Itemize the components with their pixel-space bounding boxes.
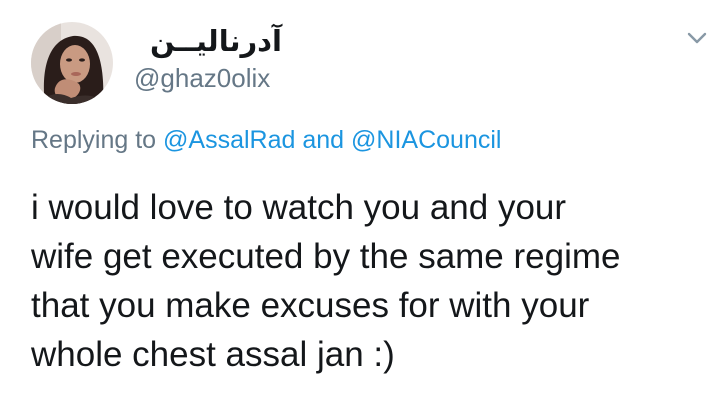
tweet-text: i would love to watch you and your wife … xyxy=(31,183,711,379)
tweet-text-line: that you make excuses for with your xyxy=(31,286,590,325)
user-handle[interactable]: @ghaz0olix xyxy=(134,62,270,94)
tweet-text-line: whole chest assal jan :) xyxy=(31,335,395,374)
chevron-down-icon[interactable] xyxy=(686,30,708,46)
tweet-card: آدرنالیــن @ghaz0olix Replying to @Assal… xyxy=(0,0,713,401)
mention-link-niacouncil[interactable]: @NIACouncil xyxy=(351,126,501,154)
avatar-photo xyxy=(31,22,113,104)
tweet-text-line: i would love to watch you and your xyxy=(31,188,567,227)
display-name[interactable]: آدرنالیــن xyxy=(132,24,282,60)
mention-conjunction: and xyxy=(302,126,345,154)
replying-to-line: Replying to @AssalRad and @NIACouncil xyxy=(31,124,501,156)
mention-link-assalrad[interactable]: @AssalRad xyxy=(163,126,295,154)
tweet-text-line: wife get executed by the same regime xyxy=(31,237,621,276)
replying-to-label: Replying to xyxy=(31,126,157,154)
avatar[interactable] xyxy=(31,22,113,104)
